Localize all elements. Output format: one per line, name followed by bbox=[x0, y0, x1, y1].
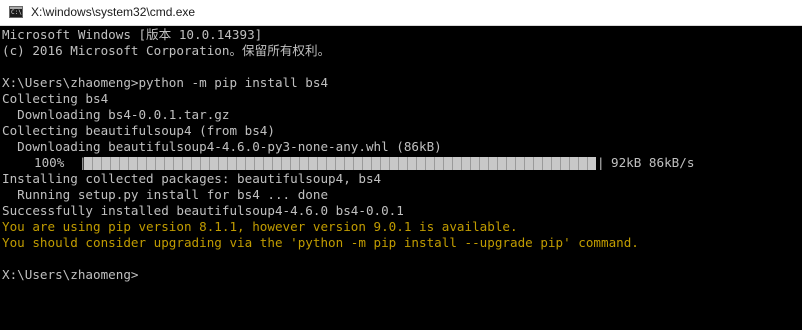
console-line: Microsoft Windows [版本 10.0.14393] bbox=[2, 27, 263, 42]
console-line: X:\Users\zhaomeng>python -m pip install … bbox=[2, 75, 329, 90]
window-title: X:\windows\system32\cmd.exe bbox=[31, 5, 196, 19]
warning-line: You should consider upgrading via the 'p… bbox=[2, 235, 639, 250]
console-line: Collecting beautifulsoup4 (from bs4) bbox=[2, 123, 275, 138]
title-bar[interactable]: X:\windows\system32\cmd.exe bbox=[0, 0, 802, 26]
cmd-window: X:\windows\system32\cmd.exe Microsoft Wi… bbox=[0, 0, 802, 330]
warning-line: You are using pip version 8.1.1, however… bbox=[2, 219, 518, 234]
download-progress: 100% | | 92kB 86kB/s bbox=[2, 155, 800, 171]
console-line: Downloading beautifulsoup4-4.6.0-py3-non… bbox=[2, 139, 442, 154]
progress-stats: 92kB 86kB/s bbox=[611, 155, 695, 170]
command-prompt-icon bbox=[9, 6, 23, 18]
console-output[interactable]: Microsoft Windows [版本 10.0.14393] (c) 201… bbox=[2, 27, 800, 283]
console-line: Collecting bs4 bbox=[2, 91, 109, 106]
progress-percent: 100% bbox=[34, 155, 65, 170]
console-line: (c) 2016 Microsoft Corporation。保留所有权利。 bbox=[2, 43, 331, 58]
console-line: Installing collected packages: beautiful… bbox=[2, 171, 382, 186]
progress-bar bbox=[84, 157, 596, 170]
progress-bar-fill bbox=[84, 157, 596, 170]
console-lines-after: Installing collected packages: beautiful… bbox=[2, 171, 800, 267]
console-line: Running setup.py install for bs4 ... don… bbox=[2, 187, 329, 202]
console-line: Downloading bs4-0.0.1.tar.gz bbox=[2, 107, 230, 122]
console-line: Successfully installed beautifulsoup4-4.… bbox=[2, 203, 404, 218]
progress-bar-right-edge: | bbox=[597, 155, 605, 170]
console-lines-before: Microsoft Windows [版本 10.0.14393] (c) 201… bbox=[2, 27, 800, 155]
command-prompt[interactable]: X:\Users\zhaomeng> bbox=[2, 267, 800, 283]
